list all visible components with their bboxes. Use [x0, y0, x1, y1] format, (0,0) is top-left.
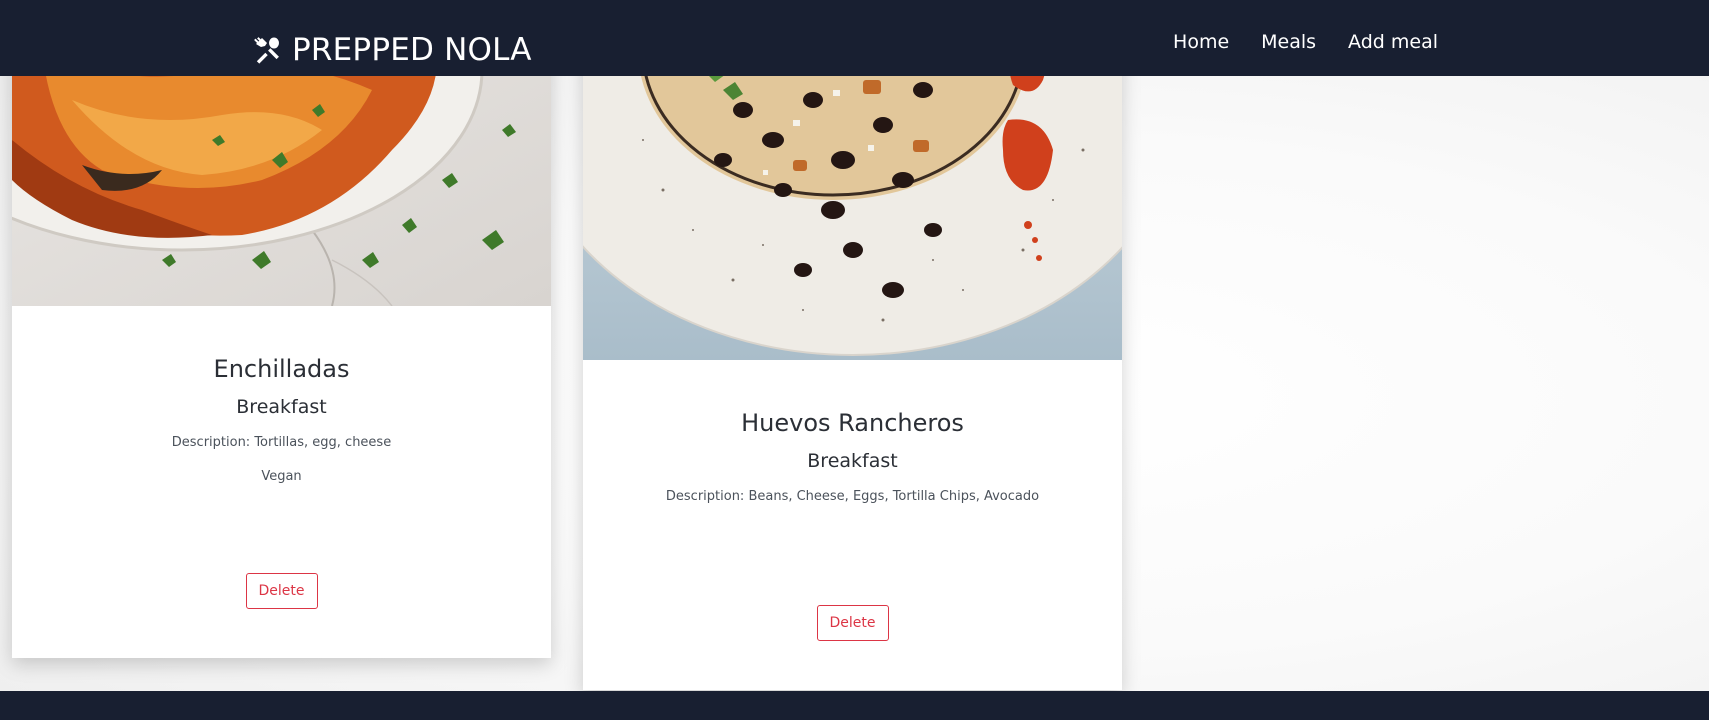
navbar: PREPPED NOLA Home Meals Add meal	[0, 0, 1709, 76]
meal-image-huevos-rancheros	[583, 30, 1122, 360]
meal-category: Breakfast	[807, 450, 898, 472]
utensils-icon	[254, 37, 279, 64]
brand-link[interactable]: PREPPED NOLA	[254, 30, 532, 70]
meal-card-huevos-rancheros: Huevos Rancheros Breakfast Description: …	[583, 30, 1122, 690]
nav-link-add-meal[interactable]: Add meal	[1348, 28, 1438, 56]
meal-name: Huevos Rancheros	[741, 409, 964, 437]
delete-button[interactable]: Delete	[245, 573, 318, 609]
meal-card-body: Huevos Rancheros Breakfast Description: …	[583, 360, 1122, 506]
meal-name: Enchilladas	[213, 355, 350, 383]
brand-title: PREPPED NOLA	[292, 32, 532, 68]
nav-link-home[interactable]: Home	[1173, 28, 1229, 56]
meal-card-body: Enchilladas Breakfast Description: Torti…	[12, 306, 551, 486]
meal-card-enchilladas: Enchilladas Breakfast Description: Torti…	[12, 30, 551, 658]
meal-description: Description: Tortillas, egg, cheese	[171, 435, 392, 450]
delete-button[interactable]: Delete	[816, 605, 889, 641]
footer	[0, 691, 1709, 720]
nav-links: Home Meals Add meal	[1173, 28, 1438, 56]
page: PREPPED NOLA Home Meals Add meal Enchill…	[0, 0, 1709, 720]
meal-category: Breakfast	[236, 396, 327, 418]
meal-diet-tag: Vegan	[261, 469, 302, 484]
meal-description: Description: Beans, Cheese, Eggs, Tortil…	[665, 489, 1040, 504]
nav-link-meals[interactable]: Meals	[1261, 28, 1316, 56]
